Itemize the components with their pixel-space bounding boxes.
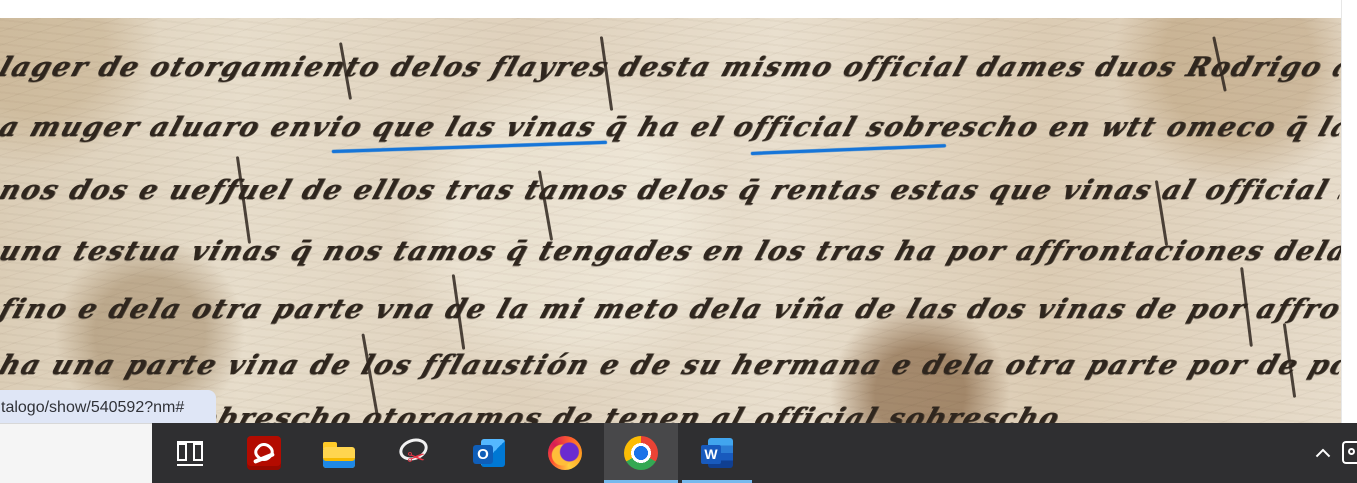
manuscript-line-6: ha una parte vina de los fflaustión e de… bbox=[0, 350, 1341, 381]
firefox-icon bbox=[548, 436, 582, 470]
outlook-button[interactable]: O bbox=[452, 423, 526, 483]
manuscript-line-4: una testua vinas q̄ nos tamos q̄ tengade… bbox=[0, 236, 1341, 267]
word-letter: W bbox=[701, 445, 721, 464]
chevron-up-icon[interactable] bbox=[1315, 447, 1331, 459]
word-button[interactable]: W bbox=[680, 423, 754, 483]
firefox-button[interactable] bbox=[528, 423, 602, 483]
adobe-acrobat-button[interactable] bbox=[227, 423, 301, 483]
outlook-letter: O bbox=[473, 445, 493, 464]
manuscript-line-3: nos dos e ueffuel de ellos tras tamos de… bbox=[0, 175, 1341, 206]
browser-top-area bbox=[0, 0, 1341, 18]
windows-taskbar: O W bbox=[152, 423, 1357, 483]
word-icon: W bbox=[699, 436, 735, 470]
screen: lager de otorgamiento delos flayres dest… bbox=[0, 0, 1357, 483]
browser-right-scroll-area[interactable] bbox=[1341, 0, 1357, 423]
snip-icon bbox=[396, 436, 432, 470]
manuscript-image: lager de otorgamiento delos flayres dest… bbox=[0, 18, 1341, 423]
outlook-icon: O bbox=[471, 436, 507, 470]
status-url-tooltip: talogo/show/540592?nm# bbox=[0, 390, 216, 423]
manuscript-line-1: lager de otorgamiento delos flayres dest… bbox=[0, 52, 1341, 83]
file-explorer-button[interactable] bbox=[302, 423, 376, 483]
folder-icon bbox=[322, 439, 356, 469]
task-view-button[interactable] bbox=[152, 423, 226, 483]
task-view-icon bbox=[172, 436, 206, 470]
chrome-button[interactable] bbox=[604, 423, 678, 483]
manuscript-line-2: a muger aluaro envio que las vinas q̄ ha… bbox=[0, 112, 1341, 143]
tray-icon[interactable] bbox=[1342, 441, 1357, 464]
pdf-icon bbox=[247, 436, 281, 470]
manuscript-line-5: fino e dela otra parte vna de la mi meto… bbox=[0, 294, 1341, 325]
chrome-icon bbox=[624, 436, 658, 470]
taskbar-start-area bbox=[0, 423, 152, 483]
snip-sketch-button[interactable] bbox=[377, 423, 451, 483]
